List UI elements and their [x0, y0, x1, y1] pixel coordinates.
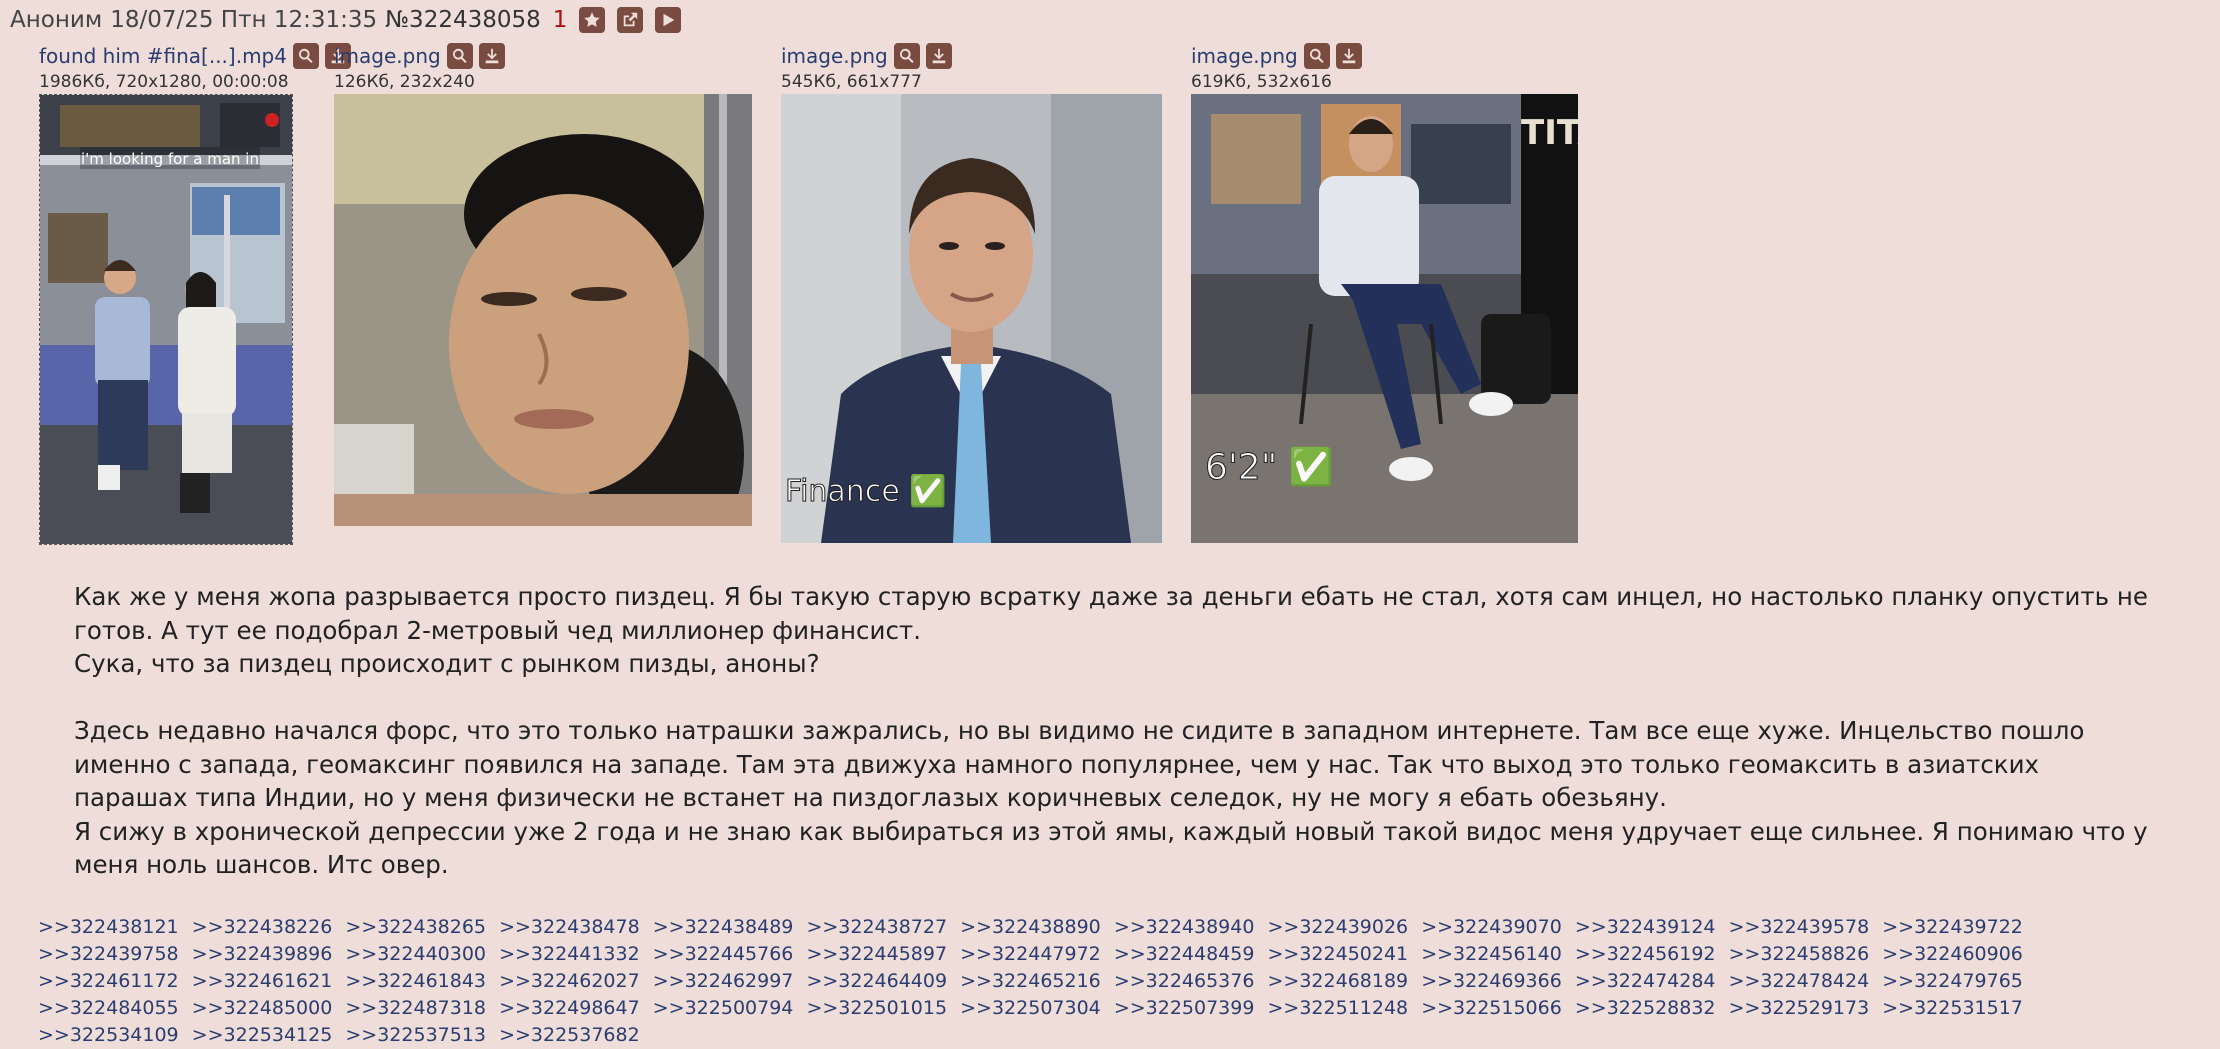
image-thumbnail[interactable]: Finance ✅ [781, 94, 1162, 543]
reply-link[interactable]: >>322462027 [499, 970, 640, 992]
reply-link[interactable]: >>322529173 [1729, 997, 1870, 1019]
file-1: found him #fina[...].mp4 1986Кб, 720x128… [39, 42, 351, 94]
reply-link[interactable]: >>322487318 [345, 997, 486, 1019]
reply-link[interactable]: >>322498647 [499, 997, 640, 1019]
search-icon[interactable] [893, 43, 920, 69]
reply-link[interactable]: >>322438121 [38, 916, 179, 938]
reply-link[interactable]: >>322461621 [192, 970, 333, 992]
reply-link[interactable]: >>322501015 [806, 997, 947, 1019]
reply-link[interactable]: >>322450241 [1268, 943, 1409, 965]
reply-link[interactable]: >>322534125 [192, 1024, 333, 1046]
reply-link[interactable]: >>322456140 [1421, 943, 1562, 965]
poster-text: TITA [1521, 113, 1578, 153]
reply-link[interactable]: >>322537682 [499, 1024, 640, 1046]
reply-link[interactable]: >>322465216 [960, 970, 1101, 992]
message-paragraph: Я сижу в хронической депрессии уже 2 год… [74, 816, 2148, 880]
reply-link[interactable]: >>322456192 [1575, 943, 1716, 965]
file-3: image.png 545Кб, 661x777 [781, 42, 952, 94]
reply-link[interactable]: >>322458826 [1729, 943, 1870, 965]
reply-count: 1 [552, 7, 568, 33]
reply-link[interactable]: >>322438226 [192, 916, 333, 938]
reply-link[interactable]: >>322441332 [499, 943, 640, 965]
file-2: image.png 126Кб, 232x240 [334, 42, 505, 94]
reply-link[interactable]: >>322461172 [38, 970, 179, 992]
external-link-icon[interactable] [617, 7, 644, 33]
reply-link[interactable]: >>322439578 [1729, 916, 1870, 938]
message-paragraph: Здесь недавно начался форс, что это толь… [74, 716, 2085, 812]
reply-link[interactable]: >>322511248 [1268, 997, 1409, 1019]
search-icon[interactable] [1303, 43, 1330, 69]
video-caption: i'm looking for a man in [81, 150, 259, 168]
file-info: 619Кб, 532x616 [1191, 72, 1332, 92]
reply-link[interactable]: >>322478424 [1729, 970, 1870, 992]
download-icon[interactable] [1335, 43, 1362, 69]
file-name[interactable]: image.png [334, 44, 441, 68]
file-name[interactable]: image.png [781, 44, 888, 68]
image-thumbnail[interactable]: TITA 6'2" ✅ [1191, 94, 1578, 543]
reply-link[interactable]: >>322439758 [38, 943, 179, 965]
reply-link[interactable]: >>322534109 [38, 1024, 179, 1046]
reply-link[interactable]: >>322439722 [1882, 916, 2023, 938]
reply-link[interactable]: >>322468189 [1268, 970, 1409, 992]
message-paragraph: Сука, что за пиздец происходит с рынком … [74, 649, 820, 678]
search-icon[interactable] [446, 43, 473, 69]
reply-link[interactable]: >>322438478 [499, 916, 640, 938]
post-datetime: 18/07/25 Птн 12:31:35 [110, 7, 378, 33]
file-info: 126Кб, 232x240 [334, 72, 475, 92]
post-author: Аноним [10, 7, 103, 33]
reply-link[interactable]: >>322440300 [345, 943, 486, 965]
reply-link[interactable]: >>322465376 [1114, 970, 1255, 992]
reply-link[interactable]: >>322515066 [1421, 997, 1562, 1019]
reply-link[interactable]: >>322439070 [1421, 916, 1562, 938]
file-info: 1986Кб, 720x1280, 00:00:08 [39, 72, 289, 92]
reply-link[interactable]: >>322439124 [1575, 916, 1716, 938]
reply-link[interactable]: >>322438940 [1114, 916, 1255, 938]
finance-caption: Finance ✅ [785, 473, 947, 509]
reply-link[interactable]: >>322507399 [1114, 997, 1255, 1019]
reply-link[interactable]: >>322462997 [653, 970, 794, 992]
download-icon[interactable] [478, 43, 505, 69]
reply-link[interactable]: >>322500794 [653, 997, 794, 1019]
reply-link[interactable]: >>322460906 [1882, 943, 2023, 965]
reply-link[interactable]: >>322445766 [653, 943, 794, 965]
reply-link[interactable]: >>322448459 [1114, 943, 1255, 965]
reply-links: >>322438121 >>322438226 >>322438265 >>32… [38, 914, 2168, 1049]
reply-link[interactable]: >>322507304 [960, 997, 1101, 1019]
reply-link[interactable]: >>322474284 [1575, 970, 1716, 992]
post-number[interactable]: №322438058 [385, 7, 541, 33]
reply-link[interactable]: >>322439026 [1268, 916, 1409, 938]
reply-link[interactable]: >>322479765 [1882, 970, 2023, 992]
post-message: Как же у меня жопа разрывается просто пи… [74, 580, 2154, 882]
file-4: image.png 619Кб, 532x616 [1191, 42, 1362, 94]
star-icon[interactable] [579, 7, 606, 33]
reply-link[interactable]: >>322528832 [1575, 997, 1716, 1019]
message-paragraph: Как же у меня жопа разрывается просто пи… [74, 582, 2148, 645]
play-icon[interactable] [655, 7, 682, 33]
reply-link[interactable]: >>322438890 [960, 916, 1101, 938]
reply-link[interactable]: >>322484055 [38, 997, 179, 1019]
reply-link[interactable]: >>322464409 [806, 970, 947, 992]
search-icon[interactable] [292, 43, 319, 69]
file-name[interactable]: image.png [1191, 44, 1298, 68]
image-thumbnail[interactable] [334, 94, 752, 526]
reply-link[interactable]: >>322469366 [1421, 970, 1562, 992]
post-header: Аноним 18/07/25 Птн 12:31:35 №322438058 … [10, 6, 682, 34]
reply-link[interactable]: >>322438489 [653, 916, 794, 938]
reply-link[interactable]: >>322438265 [345, 916, 486, 938]
reply-link[interactable]: >>322445897 [806, 943, 947, 965]
reply-link[interactable]: >>322438727 [806, 916, 947, 938]
file-info: 545Кб, 661x777 [781, 72, 922, 92]
video-thumbnail[interactable]: i'm looking for a man in [39, 94, 293, 545]
height-caption: 6'2" ✅ [1205, 446, 1334, 488]
file-name[interactable]: found him #fina[...].mp4 [39, 44, 287, 68]
reply-link[interactable]: >>322461843 [345, 970, 486, 992]
reply-link[interactable]: >>322485000 [192, 997, 333, 1019]
reply-link[interactable]: >>322537513 [345, 1024, 486, 1046]
download-icon[interactable] [925, 43, 952, 69]
reply-link[interactable]: >>322439896 [192, 943, 333, 965]
reply-link[interactable]: >>322531517 [1882, 997, 2023, 1019]
reply-link[interactable]: >>322447972 [960, 943, 1101, 965]
